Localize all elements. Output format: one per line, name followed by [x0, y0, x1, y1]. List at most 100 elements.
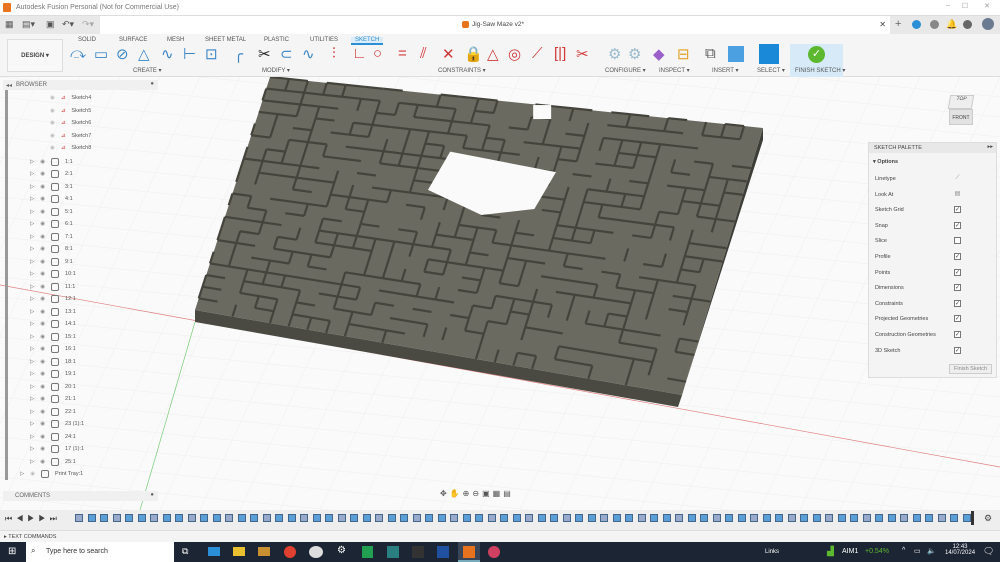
- taskbar-search-box[interactable]: ⌕ Type here to search: [26, 542, 174, 562]
- links-toolbar[interactable]: Links: [765, 549, 779, 555]
- browser-body-item[interactable]: ▷ ◉ 3:1: [30, 182, 73, 191]
- timeline-feature[interactable]: [637, 514, 646, 522]
- stock-ticker[interactable]: AIM1: [842, 548, 858, 555]
- checkbox[interactable]: ✓: [954, 253, 961, 260]
- timeline-feature[interactable]: [562, 514, 571, 522]
- windows-start-icon[interactable]: ⊞: [8, 546, 16, 557]
- redo-icon[interactable]: ↷▾: [82, 19, 94, 30]
- point-tool-icon[interactable]: ⊡: [205, 45, 218, 63]
- timeline-feature[interactable]: [787, 514, 796, 522]
- timeline-feature[interactable]: [475, 514, 483, 522]
- view-cube[interactable]: TOP FRONT: [945, 93, 977, 129]
- timeline-feature[interactable]: [825, 514, 833, 522]
- timeline-feature[interactable]: [137, 514, 146, 522]
- expand-arrow-icon[interactable]: ▷: [30, 346, 34, 352]
- expand-arrow-icon[interactable]: ▷: [30, 159, 34, 165]
- change-parameters-icon[interactable]: ⚙: [628, 45, 641, 63]
- visibility-eye-icon[interactable]: ◉: [40, 271, 45, 277]
- visibility-eye-icon[interactable]: ◉: [40, 309, 45, 315]
- spline-tool-icon[interactable]: ∿: [161, 45, 174, 63]
- task-view-icon[interactable]: ⧉: [182, 546, 188, 557]
- expand-arrow-icon[interactable]: ▷: [30, 271, 34, 277]
- timeline-feature[interactable]: [687, 514, 696, 522]
- timeline-feature[interactable]: [387, 514, 396, 522]
- browser-body-item[interactable]: ▷ ◉ 18:1: [30, 357, 76, 366]
- browser-body-item[interactable]: ▷ ◉ 2:1: [30, 170, 73, 178]
- parameters-icon[interactable]: ⚙: [608, 45, 621, 63]
- expand-arrow-icon[interactable]: ▷: [30, 409, 34, 415]
- new-tab-icon[interactable]: +: [895, 18, 901, 30]
- timeline-feature[interactable]: [575, 514, 583, 522]
- browser-body-item[interactable]: ▷ ◉ 13:1: [30, 307, 76, 316]
- inspect-shapes-icon[interactable]: ◆: [653, 45, 665, 63]
- browser-body-item[interactable]: ▷ ◉ 17 (1):1: [30, 445, 84, 453]
- dimension-tool-icon[interactable]: ⊢: [183, 45, 196, 63]
- browser-body-item[interactable]: ▷ ◉ 11:1: [30, 282, 75, 291]
- insert-icon[interactable]: ⧉: [705, 45, 716, 62]
- sheets-icon[interactable]: [362, 546, 373, 558]
- app-icon[interactable]: [258, 547, 270, 556]
- timeline-feature[interactable]: [962, 514, 971, 522]
- display-settings-icon[interactable]: ▣: [482, 489, 493, 498]
- equal-icon[interactable]: =: [398, 45, 407, 62]
- options-section-toggle[interactable]: ▾ Options: [873, 159, 898, 165]
- browser-body-item[interactable]: ▷ ◉ 10:1: [30, 270, 76, 278]
- mail-app-icon[interactable]: [208, 547, 220, 556]
- visibility-eye-icon[interactable]: ◉: [50, 145, 55, 151]
- expand-arrow-icon[interactable]: ▷: [30, 321, 34, 327]
- timeline-feature[interactable]: [700, 514, 708, 522]
- timeline-feature[interactable]: [862, 514, 871, 522]
- comments-options-icon[interactable]: ●: [150, 492, 154, 498]
- timeline-feature[interactable]: [600, 514, 608, 522]
- timeline-feature[interactable]: [725, 514, 733, 522]
- modify-menu[interactable]: MODIFY ▾: [262, 67, 290, 74]
- perpendicular-icon[interactable]: ∟: [352, 45, 367, 62]
- user-avatar[interactable]: [982, 18, 994, 30]
- browser-body-item[interactable]: ▷ ◉ 15:1: [30, 332, 76, 341]
- maximize-button[interactable]: ☐: [962, 2, 968, 10]
- expand-palette-icon[interactable]: ▸▸: [987, 144, 993, 150]
- expand-arrow-icon[interactable]: ▷: [30, 171, 34, 177]
- browser-body-item[interactable]: ▷ ◉ 12:1: [30, 295, 76, 303]
- browser-app-icon[interactable]: [309, 546, 323, 558]
- timeline-feature[interactable]: [337, 514, 346, 522]
- visibility-eye-icon[interactable]: ◉: [40, 209, 45, 215]
- parallel-icon[interactable]: ⫽: [420, 45, 427, 62]
- expand-arrow-icon[interactable]: ▷: [30, 296, 34, 302]
- timeline-feature[interactable]: [850, 514, 858, 522]
- orbit-icon[interactable]: ✥: [440, 489, 450, 498]
- collapse-browser-icon[interactable]: ◂◂: [6, 82, 12, 89]
- symmetry-icon[interactable]: △: [487, 45, 499, 63]
- browser-body-item[interactable]: ▷ ◉ 9:1: [30, 257, 73, 266]
- tab-plastic[interactable]: PLASTIC: [264, 37, 289, 43]
- timeline-feature[interactable]: [212, 514, 221, 522]
- visibility-eye-icon[interactable]: ◉: [40, 159, 45, 165]
- browser-body-item[interactable]: ▷ ◉ 20:1: [30, 382, 76, 391]
- expand-arrow-icon[interactable]: ▷: [30, 234, 34, 240]
- timeline-settings-icon[interactable]: ⚙: [984, 513, 992, 524]
- visibility-eye-icon[interactable]: ◉: [40, 196, 45, 202]
- app-icon-3[interactable]: [412, 546, 424, 558]
- browser-body-item[interactable]: ▷ ◉ 21:1: [30, 395, 76, 403]
- tray-chevron-icon[interactable]: ^: [902, 547, 905, 554]
- timeline-playback-controls[interactable]: ⏮◀▶▶⏭: [5, 514, 61, 524]
- timeline-feature[interactable]: [500, 514, 508, 522]
- visibility-eye-icon[interactable]: ◉: [40, 421, 45, 427]
- app-icon-4[interactable]: [437, 546, 449, 558]
- expand-arrow-icon[interactable]: ▷: [30, 459, 34, 465]
- visibility-eye-icon[interactable]: ◉: [40, 246, 45, 252]
- timeline-feature[interactable]: [662, 514, 671, 522]
- expand-arrow-icon[interactable]: ▷: [20, 471, 24, 477]
- browser-body-item[interactable]: ▷ ◉ 25:1: [30, 457, 76, 466]
- timeline-feature[interactable]: [412, 514, 421, 522]
- browser-sketch-item[interactable]: ◉ ⊿ Sketch7: [50, 133, 91, 139]
- inspect-menu[interactable]: INSPECT ▾: [659, 67, 690, 74]
- timeline-feature[interactable]: [262, 514, 271, 522]
- viewcube-front[interactable]: FRONT: [949, 109, 973, 125]
- expand-arrow-icon[interactable]: ▷: [30, 334, 34, 340]
- volume-icon[interactable]: 🔈: [927, 547, 936, 555]
- browser-body-item[interactable]: ▷ ◉ 4:1: [30, 195, 73, 203]
- visibility-eye-icon[interactable]: ◉: [40, 296, 45, 302]
- midpoint-icon[interactable]: ⟋: [532, 45, 543, 62]
- checkbox[interactable]: ✓: [954, 268, 961, 276]
